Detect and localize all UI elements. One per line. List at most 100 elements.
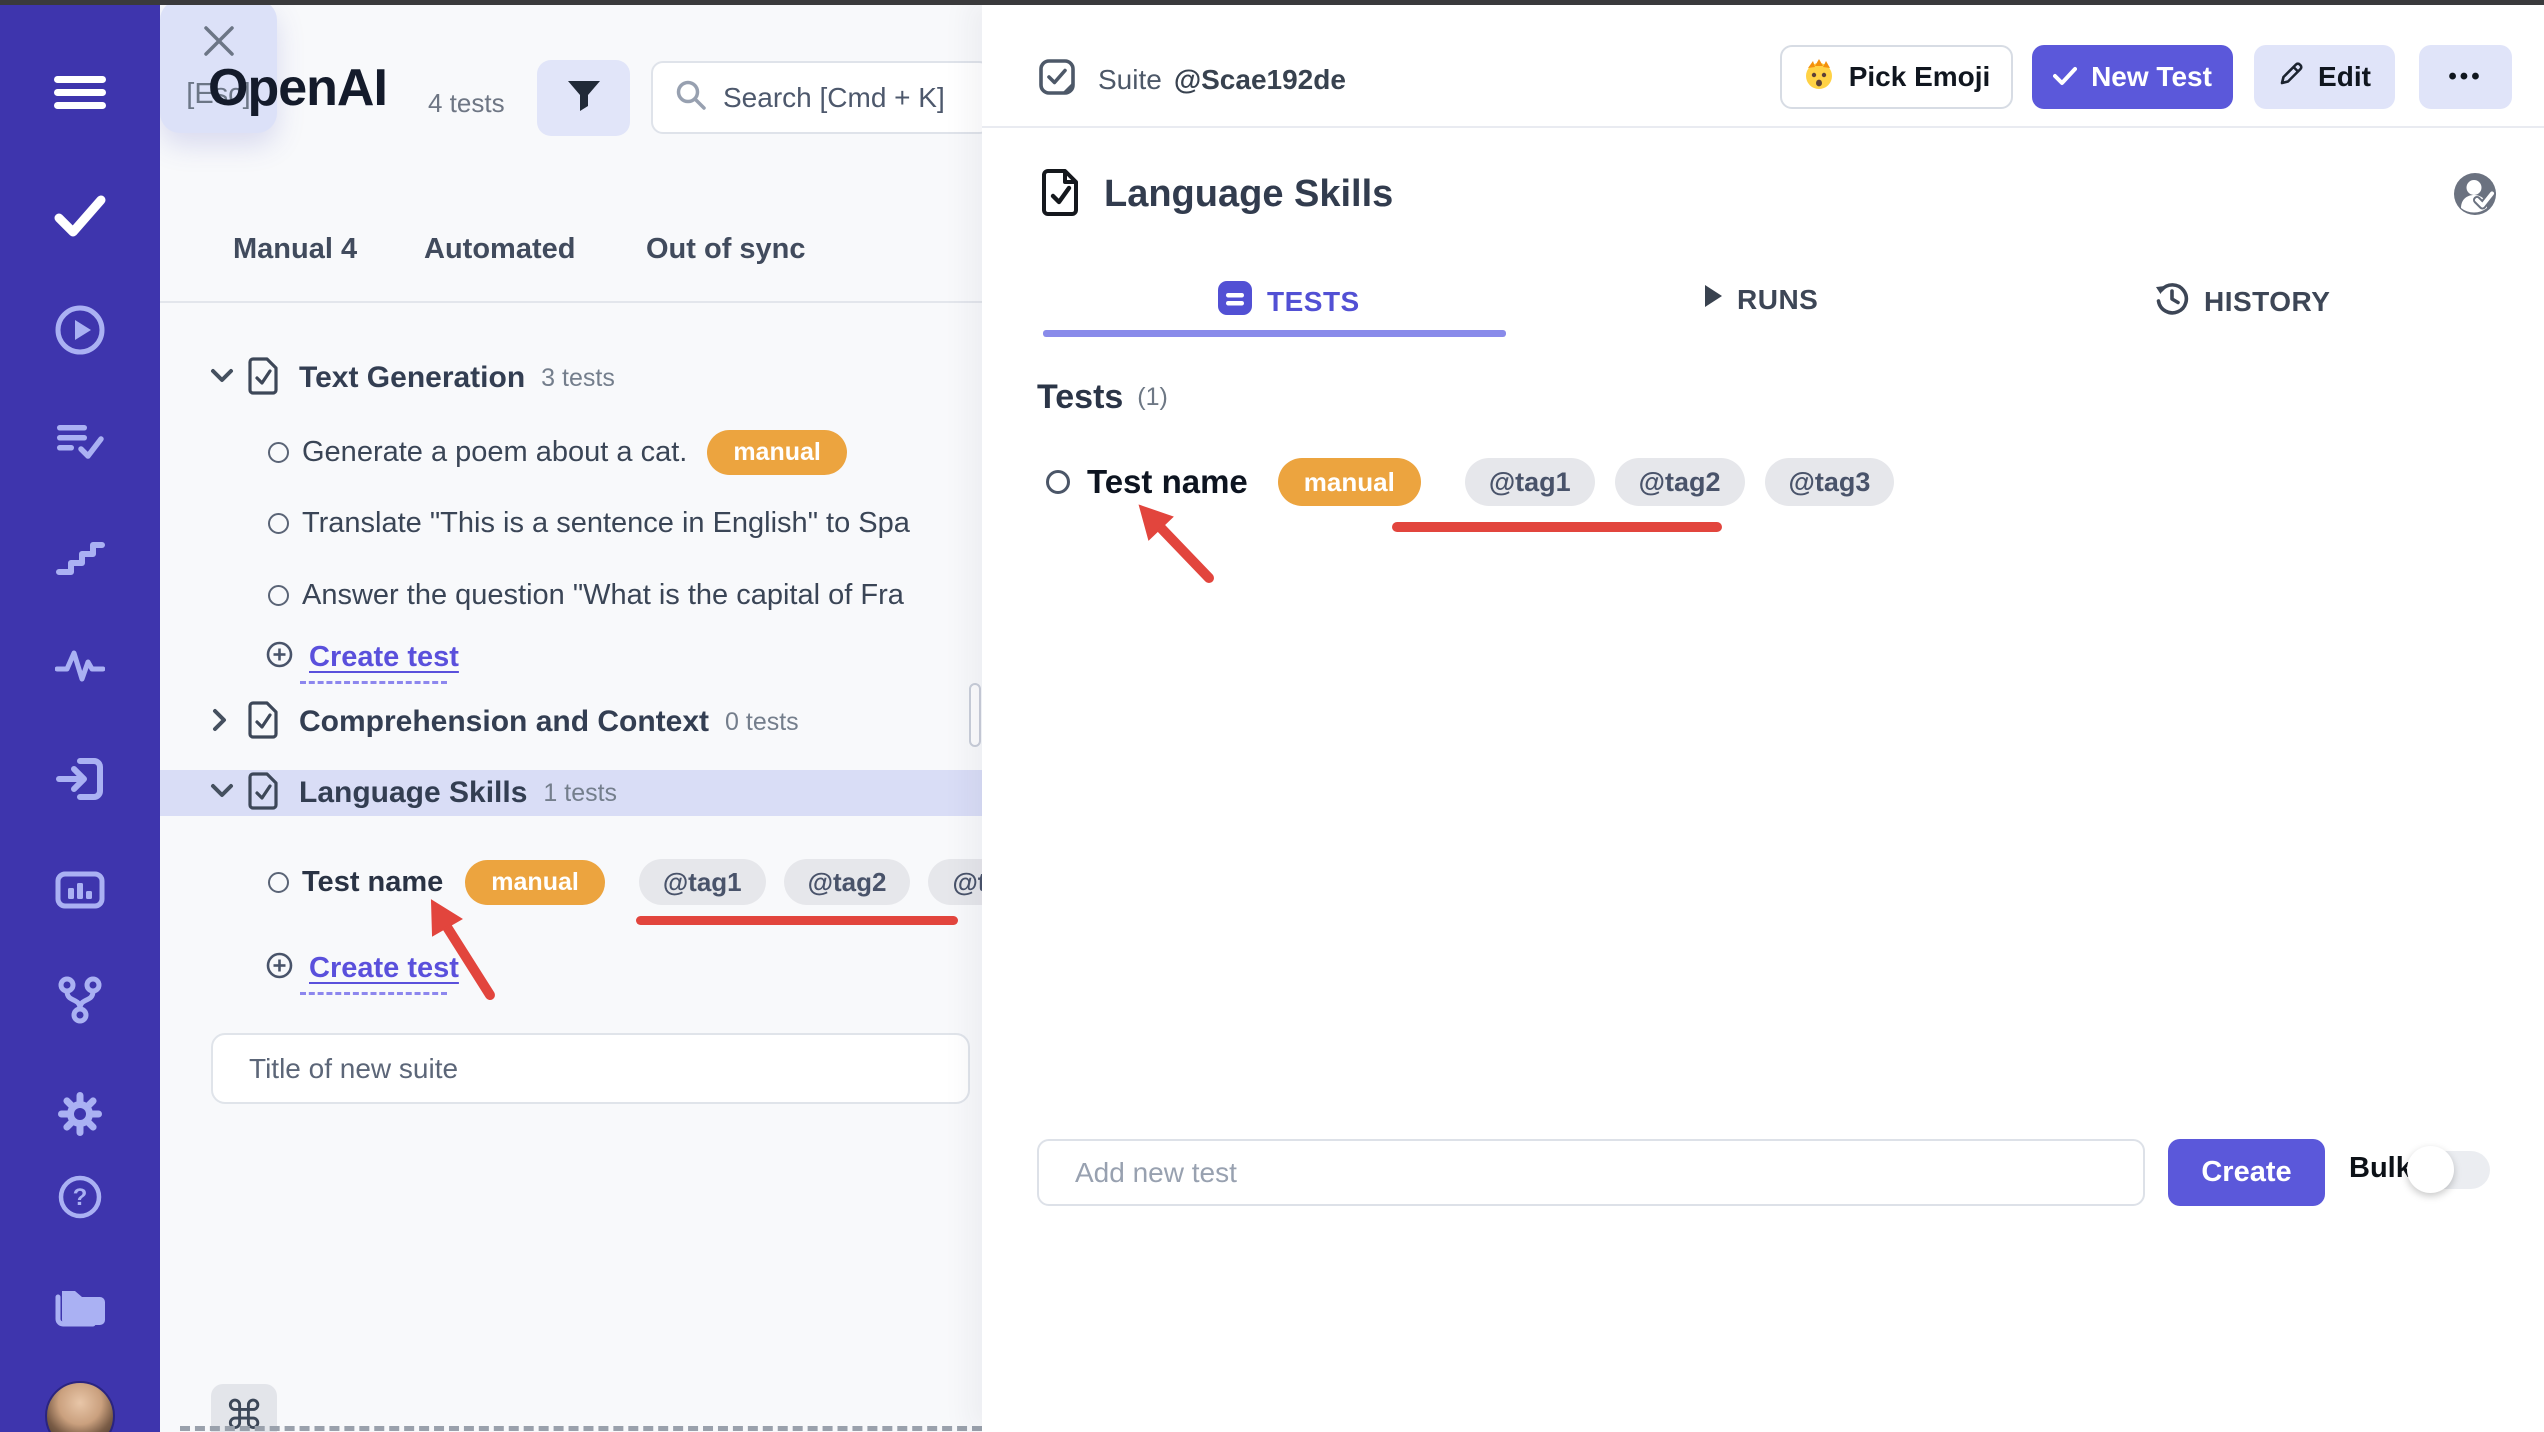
tab-out-of-sync[interactable]: Out of sync [646, 233, 806, 266]
source-branch-icon[interactable] [55, 975, 105, 1030]
edit-label: Edit [2318, 61, 2371, 92]
create-button[interactable]: Create [2168, 1139, 2325, 1206]
tag-pill: @tag2 [1614, 458, 1745, 506]
tag-pill: @tag3 [1764, 458, 1895, 506]
test-label: Generate a poem about a cat. [302, 435, 688, 468]
tree-group-language-skills[interactable]: Language Skills 1 tests [210, 770, 982, 816]
create-test-link[interactable]: Create test [309, 952, 459, 985]
tree-test-row[interactable]: Answer the question "What is the capital… [268, 572, 982, 618]
menu-icon[interactable] [54, 76, 106, 115]
create-test-link[interactable]: Create test [309, 641, 459, 674]
create-test-dashed-underline [300, 681, 447, 684]
section-heading: Tests (1) [1037, 378, 1168, 417]
account-check-icon[interactable] [2453, 172, 2497, 221]
new-suite-input[interactable] [247, 1051, 891, 1086]
test-status-circle [268, 512, 289, 534]
annotation-underline-left [636, 916, 958, 925]
file-check-icon [1042, 168, 1080, 221]
tree-test-row[interactable]: Generate a poem about a cat. manual [268, 429, 982, 475]
section-title: Tests [1037, 378, 1124, 416]
new-test-button[interactable]: New Test [2032, 45, 2233, 109]
scrollbar-thumb[interactable] [969, 683, 981, 747]
file-check-icon [248, 700, 279, 744]
tag-pill: @tag1 [1464, 458, 1595, 506]
chevron-down-icon[interactable] [210, 368, 234, 389]
suite-title-row: Language Skills [1042, 168, 1393, 221]
test-status-circle [268, 584, 289, 606]
breadcrumb: Suite @Scae192de [1038, 58, 1346, 101]
pick-emoji-label: Pick Emoji [1848, 61, 1991, 92]
tree-group-comprehension[interactable]: Comprehension and Context 0 tests [212, 699, 982, 745]
toggle-knob [2407, 1146, 2454, 1193]
exploding-head-emoji-icon [1803, 58, 1835, 97]
chevron-right-icon[interactable] [212, 708, 228, 737]
edit-button[interactable]: Edit [2254, 45, 2395, 109]
settings-gear-icon[interactable] [55, 1089, 105, 1144]
manual-badge: manual [1277, 458, 1421, 506]
bulk-label: Bulk [2349, 1152, 2412, 1184]
suite-check-icon [1038, 58, 1076, 101]
tree-test-row-test-name[interactable]: Test name manual @tag1 @tag2 @tag3 [268, 859, 982, 905]
svg-text:?: ? [73, 1184, 88, 1211]
more-actions-button[interactable]: ••• [2419, 45, 2512, 109]
page-title: Language Skills [1104, 173, 1394, 215]
tab-label: HISTORY [2204, 285, 2331, 317]
play-circle-icon[interactable] [53, 303, 107, 362]
suite-id: @Scae192de [1173, 63, 1346, 95]
window-top-strip [0, 0, 2544, 5]
tab-runs[interactable]: RUNS [1703, 283, 1818, 316]
user-avatar[interactable] [45, 1381, 115, 1432]
tab-tests[interactable]: TESTS [1217, 280, 1360, 323]
header-divider [982, 126, 2544, 128]
tests-list-icon [1217, 280, 1253, 323]
test-label: Translate "This is a sentence in English… [302, 506, 910, 539]
circle-plus-icon [266, 952, 293, 984]
group-count: 1 tests [543, 778, 618, 807]
search-box[interactable] [651, 61, 982, 134]
search-icon [675, 79, 707, 116]
tree-group-text-generation[interactable]: Text Generation 3 tests [210, 355, 982, 401]
add-test-box[interactable] [1037, 1139, 2145, 1206]
suite-detail-panel: Suite @Scae192de Pick Emoji New Test Edi… [982, 0, 2544, 1432]
tab-label: TESTS [1267, 285, 1360, 317]
test-row[interactable]: Test name manual @tag1 @tag2 @tag3 [1046, 458, 1895, 506]
group-label: Comprehension and Context [299, 705, 710, 738]
tag-pill: @tag1 [638, 859, 766, 905]
group-label: Language Skills [299, 776, 528, 809]
group-count: 0 tests [725, 707, 799, 736]
folder-icon[interactable] [52, 1283, 108, 1334]
tab-history[interactable]: HISTORY [2154, 280, 2330, 323]
tab-label: RUNS [1737, 283, 1819, 315]
group-label: Text Generation [299, 361, 526, 394]
test-label: Answer the question "What is the capital… [302, 578, 904, 611]
create-test-link-row[interactable]: Create test [266, 945, 459, 991]
funnel-icon [566, 79, 602, 118]
help-circle-icon[interactable]: ? [57, 1174, 103, 1225]
new-suite-box[interactable] [211, 1033, 970, 1104]
playlist-check-icon[interactable] [55, 421, 105, 468]
stairs-icon[interactable] [55, 534, 105, 583]
filter-button[interactable] [537, 60, 630, 136]
pick-emoji-button[interactable]: Pick Emoji [1780, 45, 2013, 109]
chart-card-icon[interactable] [55, 867, 105, 918]
create-test-link-row[interactable]: Create test [266, 634, 459, 680]
active-tab-underline [1043, 330, 1506, 337]
suite-label: Suite [1098, 63, 1162, 95]
suite-group-title: OpenAI [208, 59, 388, 117]
tree-test-row[interactable]: Translate "This is a sentence in English… [268, 500, 982, 546]
chevron-down-icon[interactable] [210, 783, 234, 804]
tab-manual[interactable]: Manual 4 [233, 233, 357, 266]
command-key-button[interactable]: ⌘ [211, 1384, 277, 1432]
manual-badge: manual [465, 859, 605, 905]
circle-plus-icon [266, 641, 293, 673]
check-icon[interactable] [53, 192, 107, 243]
tab-automated[interactable]: Automated [424, 233, 575, 266]
exit-to-app-icon[interactable] [55, 755, 105, 808]
test-label: Test name [1087, 463, 1248, 500]
activity-icon[interactable] [54, 645, 106, 692]
bulk-toggle[interactable] [2407, 1146, 2490, 1193]
search-input[interactable] [721, 80, 965, 115]
test-status-circle [268, 441, 289, 463]
add-test-input[interactable] [1073, 1155, 2077, 1190]
suite-tests-count: 4 tests [428, 88, 505, 118]
